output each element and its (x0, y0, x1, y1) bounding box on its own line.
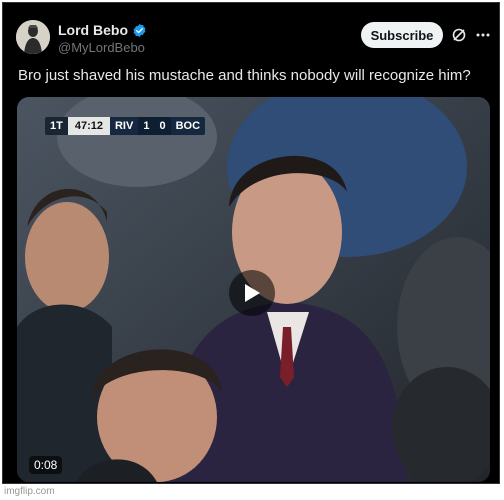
scoreboard-period: 1T (45, 117, 68, 135)
scoreboard-away-score: 0 (154, 117, 171, 135)
avatar[interactable] (16, 20, 50, 54)
watermark: imgflip.com (4, 486, 55, 497)
video-duration: 0:08 (29, 456, 63, 474)
scoreboard-home-team: RIV (109, 117, 139, 135)
post-text: Bro just shaved his mustache and thinks … (18, 67, 471, 84)
subscribe-button[interactable]: Subscribe (361, 22, 443, 48)
play-button[interactable] (229, 270, 275, 316)
more-icon[interactable] (475, 27, 491, 43)
author-handle[interactable]: @MyLordBebo (58, 40, 145, 55)
grok-icon[interactable] (451, 27, 467, 43)
verified-badge-icon (132, 23, 147, 38)
author-name[interactable]: Lord Bebo (58, 22, 128, 38)
scoreboard: 1T 47:12 RIV 1 0 BOC (45, 117, 206, 135)
scoreboard-home-score: 1 (138, 117, 155, 135)
scoreboard-clock: 47:12 (67, 117, 110, 135)
play-icon (245, 284, 260, 302)
scoreboard-away-team: BOC (170, 117, 206, 135)
author-row: Lord Bebo (58, 22, 147, 38)
avatar-image (16, 20, 50, 54)
